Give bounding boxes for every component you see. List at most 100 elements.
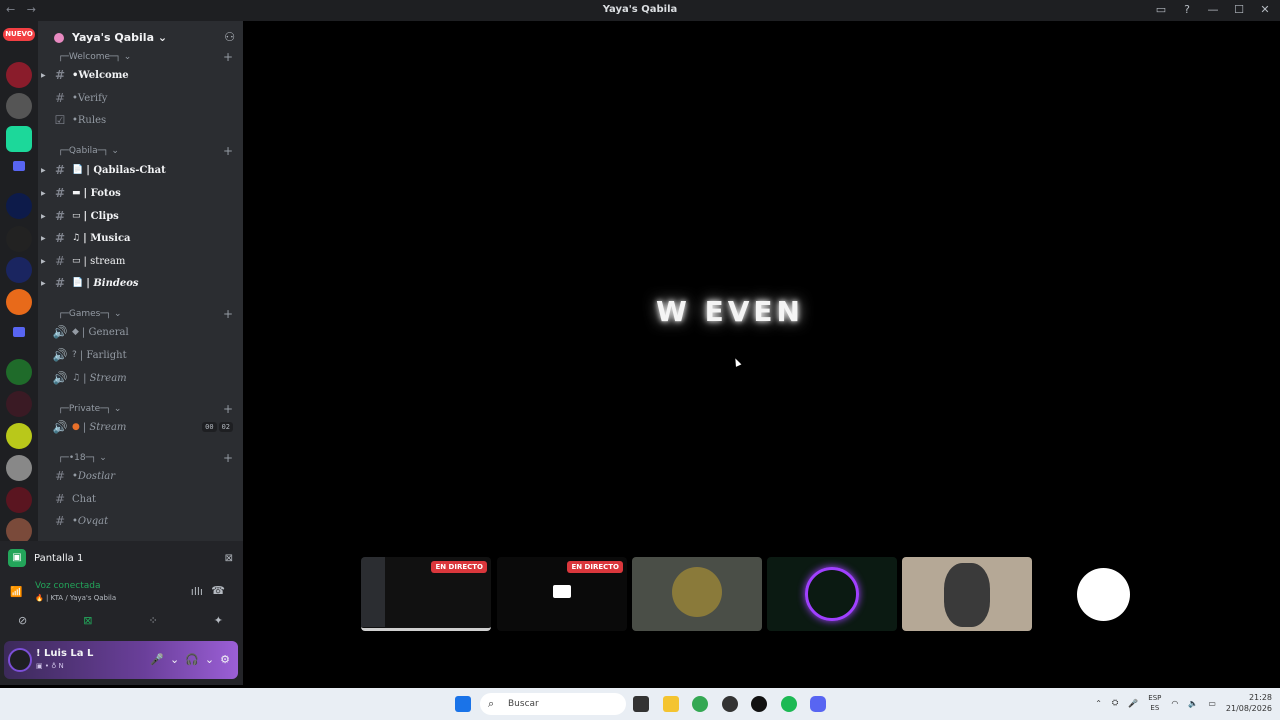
- new-badge[interactable]: NUEVO: [3, 28, 35, 41]
- participant-tile[interactable]: EN DIRECTO: [497, 557, 627, 631]
- participant-tile[interactable]: [632, 557, 762, 631]
- app-icon[interactable]: [751, 696, 767, 712]
- channel-ovqat[interactable]: # •Ovqat: [38, 510, 243, 532]
- add-member-icon[interactable]: ⚇: [224, 30, 235, 44]
- language-indicator[interactable]: ESP ES: [1148, 693, 1161, 713]
- voice-channel-icon: 🔊: [52, 348, 68, 362]
- help-icon[interactable]: ?: [1180, 3, 1194, 16]
- channel-stream-games[interactable]: 🔊 ♫ | Stream: [38, 367, 243, 389]
- taskbar-search[interactable]: ⌕ Buscar: [480, 693, 626, 715]
- chevron-right-icon: ▶: [41, 234, 46, 242]
- window-title: Yaya's Qabila: [602, 4, 678, 15]
- channel-chat[interactable]: # Chat: [38, 488, 243, 510]
- server-icon[interactable]: [6, 289, 32, 315]
- battery-icon[interactable]: ▭: [1208, 699, 1216, 708]
- chevron-right-icon: ▶: [41, 212, 46, 220]
- participant-tile[interactable]: [767, 557, 897, 631]
- add-channel-icon[interactable]: +: [223, 144, 233, 158]
- voice-status[interactable]: Voz conectada: [35, 581, 100, 591]
- monitor-icon: [553, 585, 571, 598]
- server-icon[interactable]: [6, 487, 32, 513]
- channel-musica[interactable]: ▶ # ♫ | Musica: [38, 227, 243, 249]
- server-header[interactable]: Yaya's Qabila ⌄ ⚇: [38, 21, 243, 54]
- channel-qabilas-chat[interactable]: ▶ # 📄 | Qabilas-Chat: [38, 159, 243, 181]
- clock[interactable]: 21:28 21/08/2026: [1226, 692, 1272, 714]
- maximize-button[interactable]: ☐: [1232, 3, 1246, 16]
- voice-location[interactable]: 🔥 | KTA / Yaya's Qabila: [35, 594, 116, 602]
- server-icon[interactable]: [6, 391, 32, 417]
- noise-suppression-icon[interactable]: ıllı: [191, 585, 203, 598]
- spotify-icon[interactable]: [781, 696, 797, 712]
- server-icon[interactable]: [6, 518, 32, 541]
- activities-icon[interactable]: ⁘: [149, 614, 158, 634]
- wifi-icon[interactable]: ◠: [1171, 699, 1178, 708]
- headphones-icon: ♫: [72, 233, 81, 243]
- avatar[interactable]: [8, 648, 32, 672]
- camera-off-icon[interactable]: ⊘: [18, 614, 27, 634]
- server-icon[interactable]: [6, 226, 32, 252]
- category-qabila[interactable]: ┌─Qabila─┐ ⌄ +: [38, 144, 243, 160]
- participant-tile[interactable]: [902, 557, 1032, 631]
- server-icon[interactable]: [6, 93, 32, 119]
- app-icon[interactable]: [722, 696, 738, 712]
- channel-rules[interactable]: ☑ •Rules: [38, 109, 243, 131]
- channel-clips[interactable]: ▶ # ▭ | Clips: [38, 205, 243, 227]
- microphone-icon[interactable]: 🎤: [1128, 699, 1138, 708]
- server-icon[interactable]: [6, 423, 32, 449]
- windows-start-icon[interactable]: [455, 696, 471, 712]
- task-view-icon[interactable]: [633, 696, 649, 712]
- folder-icon[interactable]: [13, 327, 25, 337]
- channel-general[interactable]: 🔊 ◆ | General: [38, 321, 243, 343]
- add-channel-icon[interactable]: +: [223, 307, 233, 321]
- server-icon[interactable]: [6, 126, 32, 152]
- voice-channel-icon: 🔊: [52, 420, 68, 434]
- minimize-button[interactable]: —: [1206, 3, 1220, 16]
- channel-fotos[interactable]: ▶ # ▬ | Fotos: [38, 182, 243, 204]
- participant-avatar[interactable]: [1077, 568, 1130, 621]
- headphones-icon[interactable]: 🎧: [185, 653, 199, 666]
- channel-farlight[interactable]: 🔊? | Farlight: [38, 344, 243, 366]
- chevron-right-icon: ▶: [41, 189, 46, 197]
- microphone-icon[interactable]: 🎤: [150, 653, 164, 666]
- server-icon[interactable]: [6, 257, 32, 283]
- volume-icon[interactable]: 🔈: [1188, 699, 1198, 708]
- stream-glow-text: W EVEN: [656, 295, 804, 328]
- user-name: ! Luis La L: [36, 648, 94, 659]
- time: 21:28: [1248, 693, 1272, 702]
- chevron-up-icon[interactable]: ⌃: [1095, 699, 1102, 708]
- soundboard-icon[interactable]: ✦: [214, 614, 223, 634]
- disconnect-icon[interactable]: ☎: [211, 584, 225, 597]
- chevron-right-icon: ▶: [41, 71, 46, 79]
- user-info[interactable]: ! Luis La L ▣ • ♁ N 🎤 ⌄ 🎧 ⌄ ⚙: [4, 641, 238, 679]
- channel-label: | Stream: [83, 372, 127, 384]
- server-icon[interactable]: [6, 193, 32, 219]
- add-channel-icon[interactable]: +: [223, 50, 233, 64]
- channel-welcome[interactable]: ▶ # •Welcome: [38, 64, 243, 86]
- channel-bindeos[interactable]: ▶ # 📄 | Bindeos: [38, 272, 243, 294]
- channel-verify[interactable]: # •Verify: [38, 87, 243, 109]
- add-channel-icon[interactable]: +: [223, 402, 233, 416]
- server-icon[interactable]: [6, 455, 32, 481]
- discord-icon[interactable]: [810, 696, 826, 712]
- chevron-down-icon[interactable]: ⌄: [205, 653, 214, 666]
- chevron-down-icon[interactable]: ⌄: [170, 653, 179, 666]
- chrome-icon[interactable]: [692, 696, 708, 712]
- server-icon[interactable]: [6, 62, 32, 88]
- network-icon[interactable]: ⛭: [1112, 698, 1118, 708]
- channel-stream[interactable]: ▶ # ▭ | stream: [38, 250, 243, 272]
- channel-stream-private[interactable]: 🔊 ● | Stream 00 02: [38, 416, 243, 438]
- add-channel-icon[interactable]: +: [223, 451, 233, 465]
- folder-icon[interactable]: [13, 161, 25, 171]
- screen-share-toggle-icon[interactable]: ⊠: [83, 614, 92, 634]
- screen-share-row[interactable]: ▣ Pantalla 1 ⊠: [8, 545, 233, 571]
- gear-icon[interactable]: ⚙: [220, 653, 230, 666]
- inbox-icon[interactable]: ▭: [1154, 3, 1168, 16]
- participant-tile[interactable]: EN DIRECTO: [361, 557, 491, 631]
- close-button[interactable]: ✕: [1258, 3, 1272, 16]
- signal-icon[interactable]: 📶: [10, 587, 22, 598]
- server-icon[interactable]: [6, 359, 32, 385]
- question-icon: ?: [72, 350, 77, 360]
- stop-share-icon[interactable]: ⊠: [225, 553, 233, 564]
- file-explorer-icon[interactable]: [663, 696, 679, 712]
- channel-dostlar[interactable]: # •Dostlar: [38, 465, 243, 487]
